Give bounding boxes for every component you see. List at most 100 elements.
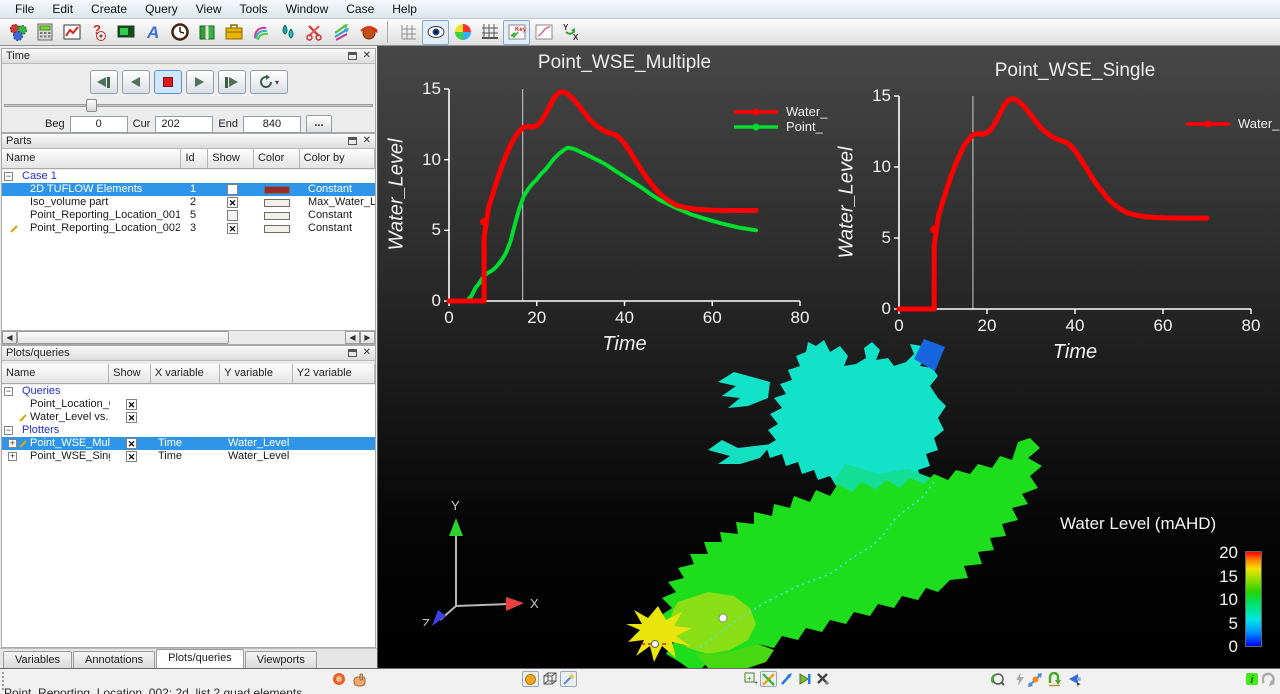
particle-trace-icon[interactable] xyxy=(355,20,382,45)
time-options-button[interactable]: ... xyxy=(306,115,332,133)
column-header-show[interactable]: Show xyxy=(109,364,151,383)
color-swatch[interactable] xyxy=(264,225,290,233)
palettes-icon[interactable] xyxy=(247,20,274,45)
show-checkbox[interactable]: ✕ xyxy=(227,197,238,208)
menu-item-tools[interactable]: Tools xyxy=(231,0,277,18)
end-field[interactable]: 840 xyxy=(243,116,301,133)
column-header-y-variable[interactable]: Y variable xyxy=(220,364,292,383)
zoom-reset-icon[interactable] xyxy=(990,671,1007,687)
show-checkbox[interactable] xyxy=(227,184,238,195)
parts-group-row[interactable]: −Case 1 xyxy=(2,170,375,183)
close-panel-icon[interactable]: ✕ xyxy=(363,349,371,357)
plot-grid-icon[interactable] xyxy=(395,20,422,45)
tab-variables[interactable]: Variables xyxy=(3,651,72,668)
plots-row[interactable]: −Plotters xyxy=(2,424,375,437)
parts-icon[interactable] xyxy=(4,20,31,45)
reporting-point-002-marker[interactable] xyxy=(652,641,659,648)
magic-wand-icon[interactable]: ✱ xyxy=(560,671,577,687)
stop-button[interactable] xyxy=(154,70,182,94)
column-header-y2-variable[interactable]: Y2 variable xyxy=(293,364,375,383)
column-header-color-by[interactable]: Color by xyxy=(300,149,375,168)
undo-view-icon[interactable] xyxy=(1046,671,1063,687)
show-checkbox[interactable]: ✕ xyxy=(227,223,238,234)
tree-collapse-icon[interactable]: − xyxy=(4,172,13,181)
color-swatch[interactable] xyxy=(264,186,290,194)
column-header-name[interactable]: Name xyxy=(2,149,181,168)
float-panel-icon[interactable] xyxy=(348,349,357,357)
parts-hscrollbar[interactable]: ◀ ◀ ▶ xyxy=(2,330,375,344)
view-direction-icon[interactable]: ▸ xyxy=(1066,671,1083,687)
axes-grid-icon[interactable] xyxy=(476,20,503,45)
record-indicator-icon[interactable] xyxy=(330,671,347,687)
tab-plots-queries[interactable]: Plots/queries xyxy=(156,649,244,668)
loop-button[interactable]: ▾ xyxy=(250,70,288,94)
scroll-left2-icon[interactable]: ◀ xyxy=(345,331,360,344)
flash-icon[interactable] xyxy=(1011,671,1028,687)
move-points-icon[interactable] xyxy=(1027,671,1044,687)
column-header-x-variable[interactable]: X variable xyxy=(151,364,220,383)
menu-item-edit[interactable]: Edit xyxy=(43,0,82,18)
menu-item-view[interactable]: View xyxy=(187,0,231,18)
plots-row[interactable]: Water_Level vs. T...✕ xyxy=(2,411,375,424)
scroll-thumb[interactable] xyxy=(17,331,229,344)
float-panel-icon[interactable] xyxy=(348,52,357,60)
info-indicator-icon[interactable]: i xyxy=(1243,671,1260,687)
step-forward-icon[interactable] xyxy=(796,671,813,687)
tree-expand-icon[interactable]: + xyxy=(8,452,17,461)
jump-end-button[interactable] xyxy=(218,70,246,94)
plots-row[interactable]: +Point_WSE_Single✕TimeWater_Level xyxy=(2,450,375,463)
cur-field[interactable]: 202 xyxy=(155,116,213,133)
column-header-id[interactable]: Id xyxy=(181,149,208,168)
pick-hand-icon[interactable] xyxy=(350,671,367,687)
docs-book-icon[interactable] xyxy=(193,20,220,45)
parts-row[interactable]: Point_Reporting_Location_0015Constant xyxy=(2,209,375,222)
close-panel-icon[interactable]: ✕ xyxy=(363,52,371,60)
annotation-icon[interactable]: A xyxy=(139,20,166,45)
chart-point-wse-multiple[interactable]: Point_WSE_MultipleWater_LevelTimeWater_P… xyxy=(378,46,828,376)
bounding-cube-icon[interactable] xyxy=(541,671,558,687)
reporting-point-001-marker[interactable] xyxy=(719,614,727,622)
add-viewport-icon[interactable]: ++ xyxy=(742,671,759,687)
tree-collapse-icon[interactable]: − xyxy=(4,426,13,435)
menu-item-window[interactable]: Window xyxy=(277,0,338,18)
show-checkbox[interactable]: ✕ xyxy=(126,399,137,410)
tree-expand-icon[interactable]: + xyxy=(8,439,17,448)
scroll-right-icon[interactable]: ▶ xyxy=(360,331,375,344)
menu-item-help[interactable]: Help xyxy=(383,0,426,18)
beg-field[interactable]: 0 xyxy=(70,116,128,133)
plots-row[interactable]: −Queries xyxy=(2,385,375,398)
plots-row[interactable]: Point_Location_0...✕ xyxy=(2,398,375,411)
plot-key-icon[interactable]: Key xyxy=(503,20,530,45)
time-slider-thumb[interactable] xyxy=(86,99,97,112)
parts-row[interactable]: Iso_volume part2✕Max_Water_Leve xyxy=(2,196,375,209)
column-header-name[interactable]: Name xyxy=(2,364,109,383)
parts-row[interactable]: 2D TUFLOW Elements1Constant xyxy=(2,183,375,196)
query-probe-icon[interactable]: ? xyxy=(85,20,112,45)
time-slider[interactable] xyxy=(4,98,373,112)
show-checkbox[interactable]: ✕ xyxy=(126,451,137,462)
color-swatch[interactable] xyxy=(264,199,290,207)
step-back-button[interactable] xyxy=(122,70,150,94)
show-checkbox[interactable]: ✕ xyxy=(126,412,137,423)
parts-row[interactable]: Point_Reporting_Location_0023✕Constant xyxy=(2,222,375,235)
column-header-color[interactable]: Color xyxy=(254,149,300,168)
transform-tool-icon[interactable] xyxy=(760,671,777,687)
play-button[interactable] xyxy=(186,70,214,94)
vector-arrows-icon[interactable] xyxy=(328,20,355,45)
jump-begin-button[interactable] xyxy=(90,70,118,94)
tab-viewports[interactable]: Viewports xyxy=(245,651,317,668)
variables-calculator-icon[interactable] xyxy=(31,20,58,45)
render-viewport[interactable]: Point_WSE_MultipleWater_LevelTimeWater_P… xyxy=(378,46,1280,668)
show-checkbox[interactable] xyxy=(227,210,238,221)
case-toolbox-icon[interactable] xyxy=(220,20,247,45)
curve-box-icon[interactable] xyxy=(530,20,557,45)
redo-arrow-icon[interactable] xyxy=(1261,671,1278,687)
annotate-arrow-icon[interactable] xyxy=(778,671,795,687)
chart-point-wse-single[interactable]: Point_WSE_SingleWater_LevelTimeWater_020… xyxy=(828,46,1280,376)
menu-item-file[interactable]: File xyxy=(6,0,43,18)
show-legend-icon[interactable] xyxy=(422,20,449,45)
viewport-icon[interactable] xyxy=(112,20,139,45)
plots-row[interactable]: +Point_WSE_Multi...✕TimeWater_Level xyxy=(2,437,375,450)
tools-wrench-icon[interactable] xyxy=(814,671,831,687)
swap-xy-icon[interactable]: YX xyxy=(557,20,584,45)
